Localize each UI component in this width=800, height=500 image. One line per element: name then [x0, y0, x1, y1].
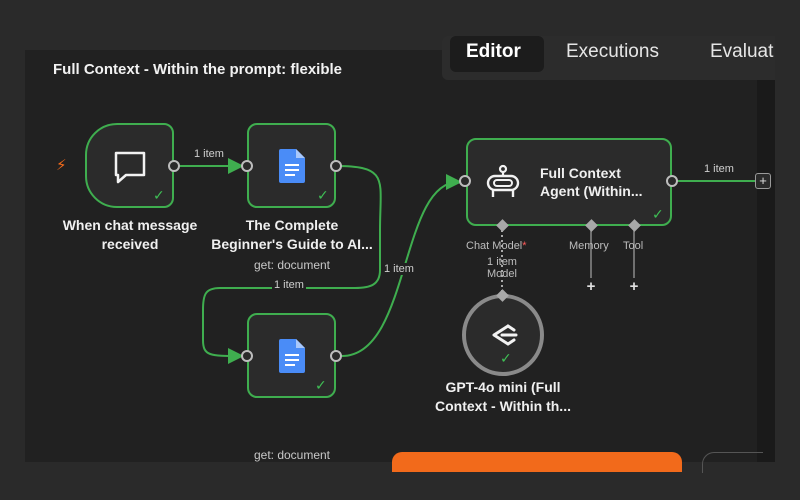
tool-label: Tool — [623, 240, 644, 252]
agent-output-port[interactable] — [666, 175, 678, 187]
edge-item-count: 1 item — [192, 148, 226, 160]
add-memory-button[interactable]: + — [584, 279, 598, 294]
doc2-input-port[interactable] — [241, 350, 253, 362]
doc1-input-port[interactable] — [241, 160, 253, 172]
openai-icon — [492, 324, 518, 346]
chat-bubble-icon — [114, 151, 146, 184]
success-check-icon: ✓ — [153, 187, 165, 203]
node-ai-agent[interactable]: Full Context Agent (Within... ✓ — [466, 138, 672, 226]
edge-item-count: 1 item — [382, 263, 416, 275]
chat-model-label: Chat Model* — [466, 240, 527, 252]
memory-label: Memory — [569, 240, 609, 252]
logs-panel-edge — [702, 452, 763, 473]
node-chat-trigger[interactable]: ✓ — [85, 123, 174, 208]
success-check-icon: ✓ — [652, 206, 664, 222]
doc1-output-port[interactable] — [330, 160, 342, 172]
node-google-docs-2[interactable]: ✓ — [247, 313, 336, 398]
edge-item-count: 1 item — [272, 279, 306, 291]
chat-panel-toggle[interactable] — [392, 452, 682, 472]
doc1-subtitle: get: document — [253, 258, 331, 272]
google-docs-icon — [279, 339, 305, 373]
edge-item-count: 1 item — [702, 163, 736, 175]
model-label: GPT-4o mini (Full Context - Within th... — [435, 379, 571, 414]
model-edge-label: 1 item Model — [487, 256, 517, 280]
google-docs-icon — [279, 149, 305, 183]
doc2-output-port[interactable] — [330, 350, 342, 362]
node-google-docs-1[interactable]: ✓ — [247, 123, 336, 208]
trigger-output-port[interactable] — [168, 160, 180, 172]
doc2-subtitle: get: document — [253, 448, 331, 462]
add-next-node-button[interactable]: + — [755, 173, 771, 189]
agent-input-port[interactable] — [459, 175, 471, 187]
robot-icon — [486, 164, 520, 197]
success-check-icon: ✓ — [500, 350, 512, 366]
success-check-icon: ✓ — [315, 377, 327, 393]
trigger-bolt-icon: ⚡ — [56, 157, 67, 174]
node-openai-model[interactable]: ✓ — [462, 294, 544, 376]
doc1-label: The Complete Beginner's Guide to AI... — [211, 217, 373, 252]
trigger-label: When chat message received — [62, 217, 198, 252]
success-check-icon: ✓ — [317, 187, 329, 203]
add-tool-button[interactable]: + — [627, 279, 641, 294]
agent-label: Full Context Agent (Within... — [540, 165, 643, 199]
